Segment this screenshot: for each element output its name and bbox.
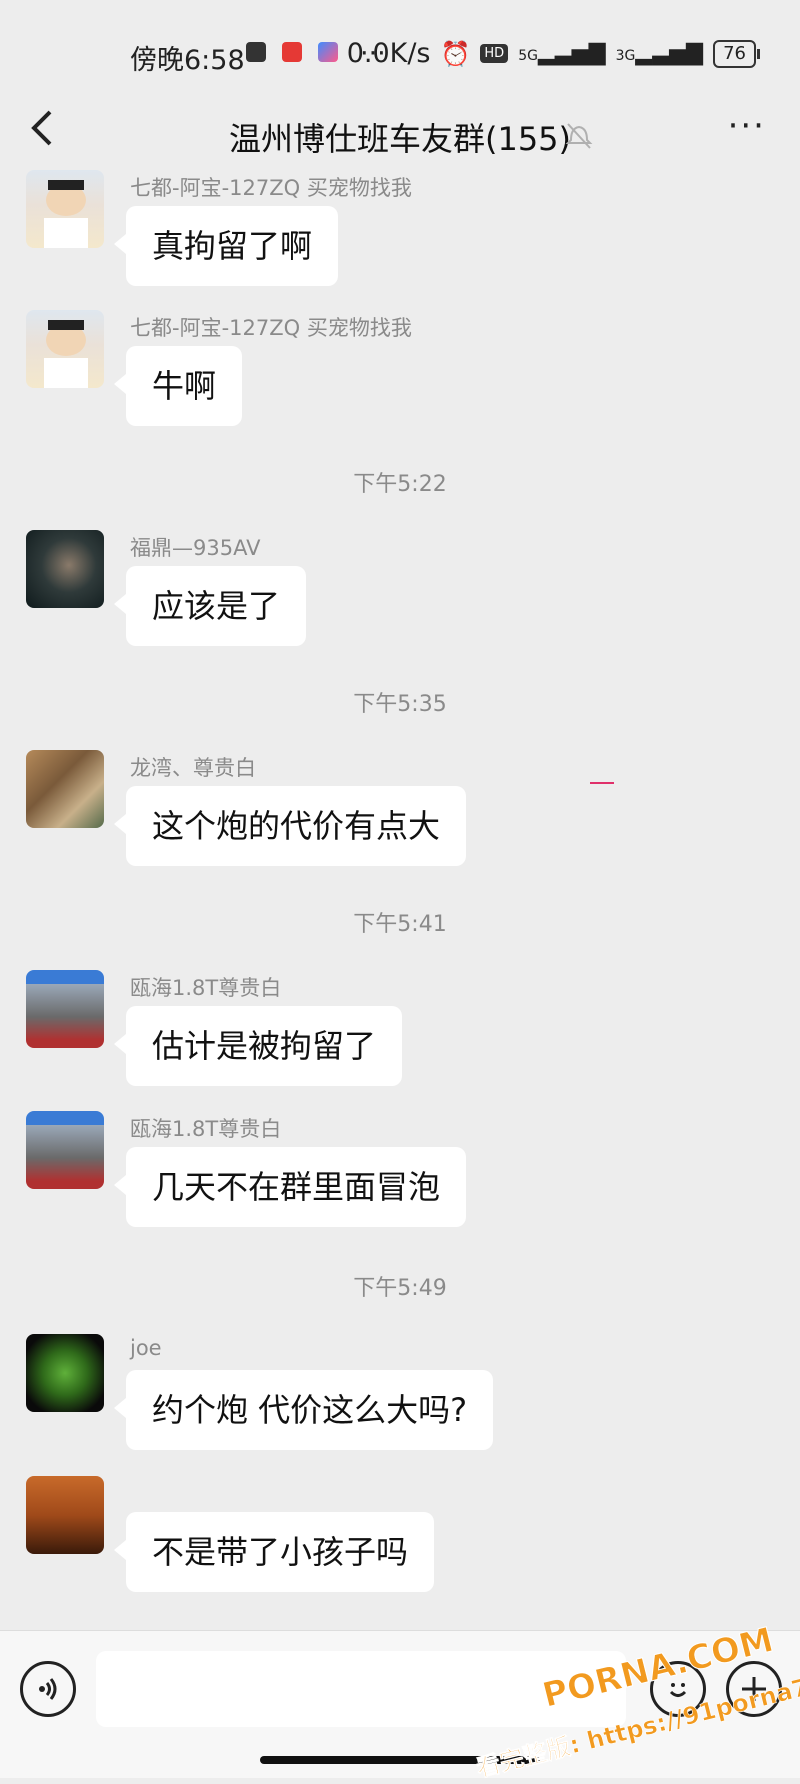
message-bubble[interactable]: 几天不在群里面冒泡 [113,1147,467,1227]
message-bubble[interactable]: 约个炮 代价这么大吗? [113,1370,494,1450]
chat-title[interactable]: 温州博仕班车友群(155) [0,114,800,160]
avatar[interactable] [26,750,104,828]
timestamp: 下午5:22 [353,472,447,497]
sender-name: 福鼎—935AV [130,536,261,560]
sender-name: 龙湾、尊贵白 [130,756,256,780]
avatar[interactable] [26,530,104,608]
status-bar: 傍晚6:58 ··· 0.0K/s ⏰ HD 5G▂▃▅▇ 3G▂▃▅▇ 76 [0,0,800,100]
network-speed: 0.0K/s [346,38,431,69]
sender-name: 七都-阿宝-127ZQ 买宠物找我 [130,316,412,340]
notification-icon [246,42,266,62]
avatar[interactable] [26,1334,104,1412]
sender-name: 瓯海1.8T尊贵白 [130,976,282,1000]
voice-icon[interactable] [20,1661,76,1717]
avatar[interactable] [26,1476,104,1554]
chat-header: 温州博仕班车友群(155) ··· [0,100,800,174]
sender-name: 七都-阿宝-127ZQ 买宠物找我 [130,176,412,200]
signal-3g: 3G▂▃▅▇ [615,41,704,66]
alarm-icon: ⏰ [440,39,471,68]
battery-icon: 76 [713,39,760,68]
mute-bell-icon [565,120,593,157]
timestamp: 下午5:41 [353,912,447,937]
stray-mark [590,782,614,784]
timestamp: 下午5:35 [353,692,447,717]
video-app-icon [318,42,338,62]
signal-5g: 5G▂▃▅▇ [518,41,606,66]
app-notification-icon [282,42,302,62]
more-options-icon[interactable]: ··· [728,106,766,146]
avatar[interactable] [26,170,104,248]
sender-name: 瓯海1.8T尊贵白 [130,1117,282,1141]
timestamp: 下午5:49 [353,1276,447,1301]
message-bubble[interactable]: 应该是了 [113,566,307,646]
avatar[interactable] [26,970,104,1048]
message-bubble[interactable]: 牛啊 [113,346,243,426]
message-bubble[interactable]: 真拘留了啊 [113,206,339,286]
message-bubble[interactable]: 这个炮的代价有点大 [113,786,467,866]
message-bubble[interactable]: 不是带了小孩子吗 [113,1512,435,1592]
avatar[interactable] [26,1111,104,1189]
message-bubble[interactable]: 估计是被拘留了 [113,1006,403,1086]
sender-name: joe [130,1336,162,1360]
status-time: 傍晚6:58 [130,45,245,76]
hd-icon: HD [480,44,509,63]
avatar[interactable] [26,310,104,388]
